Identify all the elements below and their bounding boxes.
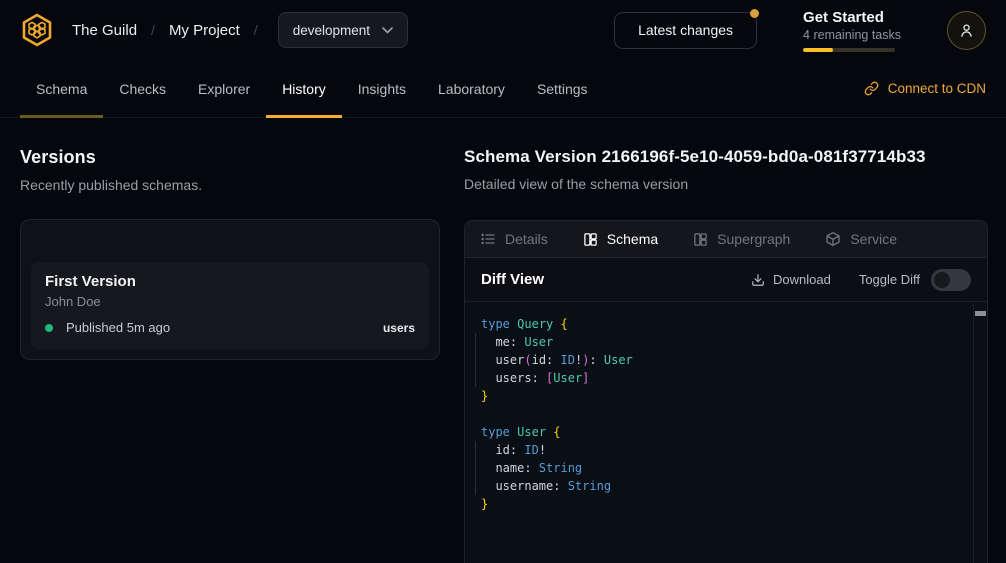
code-line: type User { — [481, 423, 961, 441]
published-status-icon — [45, 324, 53, 332]
notification-dot-icon — [750, 9, 759, 18]
version-detail: Schema Version 2166196f-5e10-4059-bd0a-0… — [464, 118, 988, 563]
detail-tab-supergraph[interactable]: Supergraph — [693, 231, 790, 247]
connect-to-cdn-link[interactable]: Connect to CDN — [864, 60, 986, 117]
schema-code-content: type Query { me: User user(id: ID!): Use… — [481, 315, 961, 513]
columns-icon — [583, 232, 598, 247]
get-started-subtitle: 4 remaining tasks — [803, 28, 901, 42]
nav-tab-explorer[interactable]: Explorer — [182, 60, 266, 117]
link-icon — [864, 81, 879, 96]
project-nav: Schema Checks Explorer History Insights … — [0, 60, 1006, 118]
diff-view-title: Diff View — [481, 271, 544, 288]
nav-tab-insights[interactable]: Insights — [342, 60, 422, 117]
schema-code-viewer[interactable]: type Query { me: User user(id: ID!): Use… — [465, 302, 987, 563]
toggle-diff-label: Toggle Diff — [859, 272, 920, 287]
version-detail-panel: Details Schema Sup — [464, 220, 988, 563]
nav-tab-laboratory[interactable]: Laboratory — [422, 60, 521, 117]
breadcrumb: The Guild / My Project / development — [18, 11, 408, 49]
version-author: John Doe — [45, 294, 415, 309]
switch-knob — [934, 272, 950, 288]
user-icon — [958, 22, 975, 39]
download-button[interactable]: Download — [751, 272, 831, 287]
version-title: First Version — [45, 273, 415, 290]
code-line: } — [481, 495, 961, 513]
scrollbar-thumb[interactable] — [975, 311, 986, 316]
breadcrumb-project[interactable]: My Project — [169, 22, 240, 39]
code-line: } — [481, 387, 961, 405]
header-actions: Latest changes Get Started 4 remaining t… — [614, 9, 986, 52]
detail-tabbar: Details Schema Sup — [465, 221, 987, 258]
user-avatar[interactable] — [947, 11, 986, 50]
version-detail-title: Schema Version 2166196f-5e10-4059-bd0a-0… — [464, 147, 988, 167]
code-line: type Query { — [481, 315, 961, 333]
list-icon — [480, 231, 496, 247]
detail-tab-schema[interactable]: Schema — [583, 231, 658, 247]
target-selector-value: development — [293, 23, 370, 38]
version-list-item[interactable]: First Version John Doe Published 5m ago … — [31, 262, 429, 349]
download-icon — [751, 273, 765, 287]
code-line: username: String — [481, 477, 961, 495]
target-selector[interactable]: development — [278, 12, 408, 48]
chevron-down-icon — [382, 27, 393, 34]
get-started-progress-bar — [803, 48, 895, 52]
code-line: id: ID! — [481, 441, 961, 459]
get-started-title: Get Started — [803, 9, 901, 26]
latest-changes-button[interactable]: Latest changes — [614, 12, 757, 49]
diff-toolbar: Diff View Download Toggle Diff — [465, 258, 987, 302]
breadcrumb-org[interactable]: The Guild — [72, 22, 137, 39]
version-status: Published 5m ago — [66, 320, 170, 335]
versions-panel: Versions Recently published schemas. Fir… — [20, 118, 440, 563]
code-line: user(id: ID!): User — [481, 351, 961, 369]
get-started-widget[interactable]: Get Started 4 remaining tasks — [803, 9, 901, 52]
code-line — [481, 405, 961, 423]
nav-tab-settings[interactable]: Settings — [521, 60, 604, 117]
versions-subtitle: Recently published schemas. — [20, 177, 440, 193]
nav-tab-history[interactable]: History — [266, 60, 342, 117]
top-header: The Guild / My Project / development Lat… — [0, 0, 1006, 60]
toggle-diff-switch[interactable] — [931, 269, 971, 291]
latest-changes-label: Latest changes — [638, 22, 733, 38]
versions-title: Versions — [20, 147, 440, 168]
nav-tab-schema[interactable]: Schema — [20, 60, 103, 117]
code-line: name: String — [481, 459, 961, 477]
detail-tab-service[interactable]: Service — [825, 231, 897, 247]
code-line: users: [User] — [481, 369, 961, 387]
nav-tab-checks[interactable]: Checks — [103, 60, 182, 117]
hive-logo-icon[interactable] — [18, 11, 56, 49]
main-content: Versions Recently published schemas. Fir… — [0, 118, 1006, 563]
code-line: me: User — [481, 333, 961, 351]
cube-icon — [825, 231, 841, 247]
detail-tab-details[interactable]: Details — [480, 231, 548, 247]
versions-list: First Version John Doe Published 5m ago … — [20, 219, 440, 360]
breadcrumb-separator: / — [254, 22, 258, 38]
get-started-progress-fill — [803, 48, 833, 52]
breadcrumb-separator: / — [151, 22, 155, 38]
columns-icon — [693, 232, 708, 247]
version-detail-subtitle: Detailed view of the schema version — [464, 176, 988, 192]
version-service-badge: users — [383, 321, 415, 335]
scrollbar-track — [973, 302, 974, 563]
